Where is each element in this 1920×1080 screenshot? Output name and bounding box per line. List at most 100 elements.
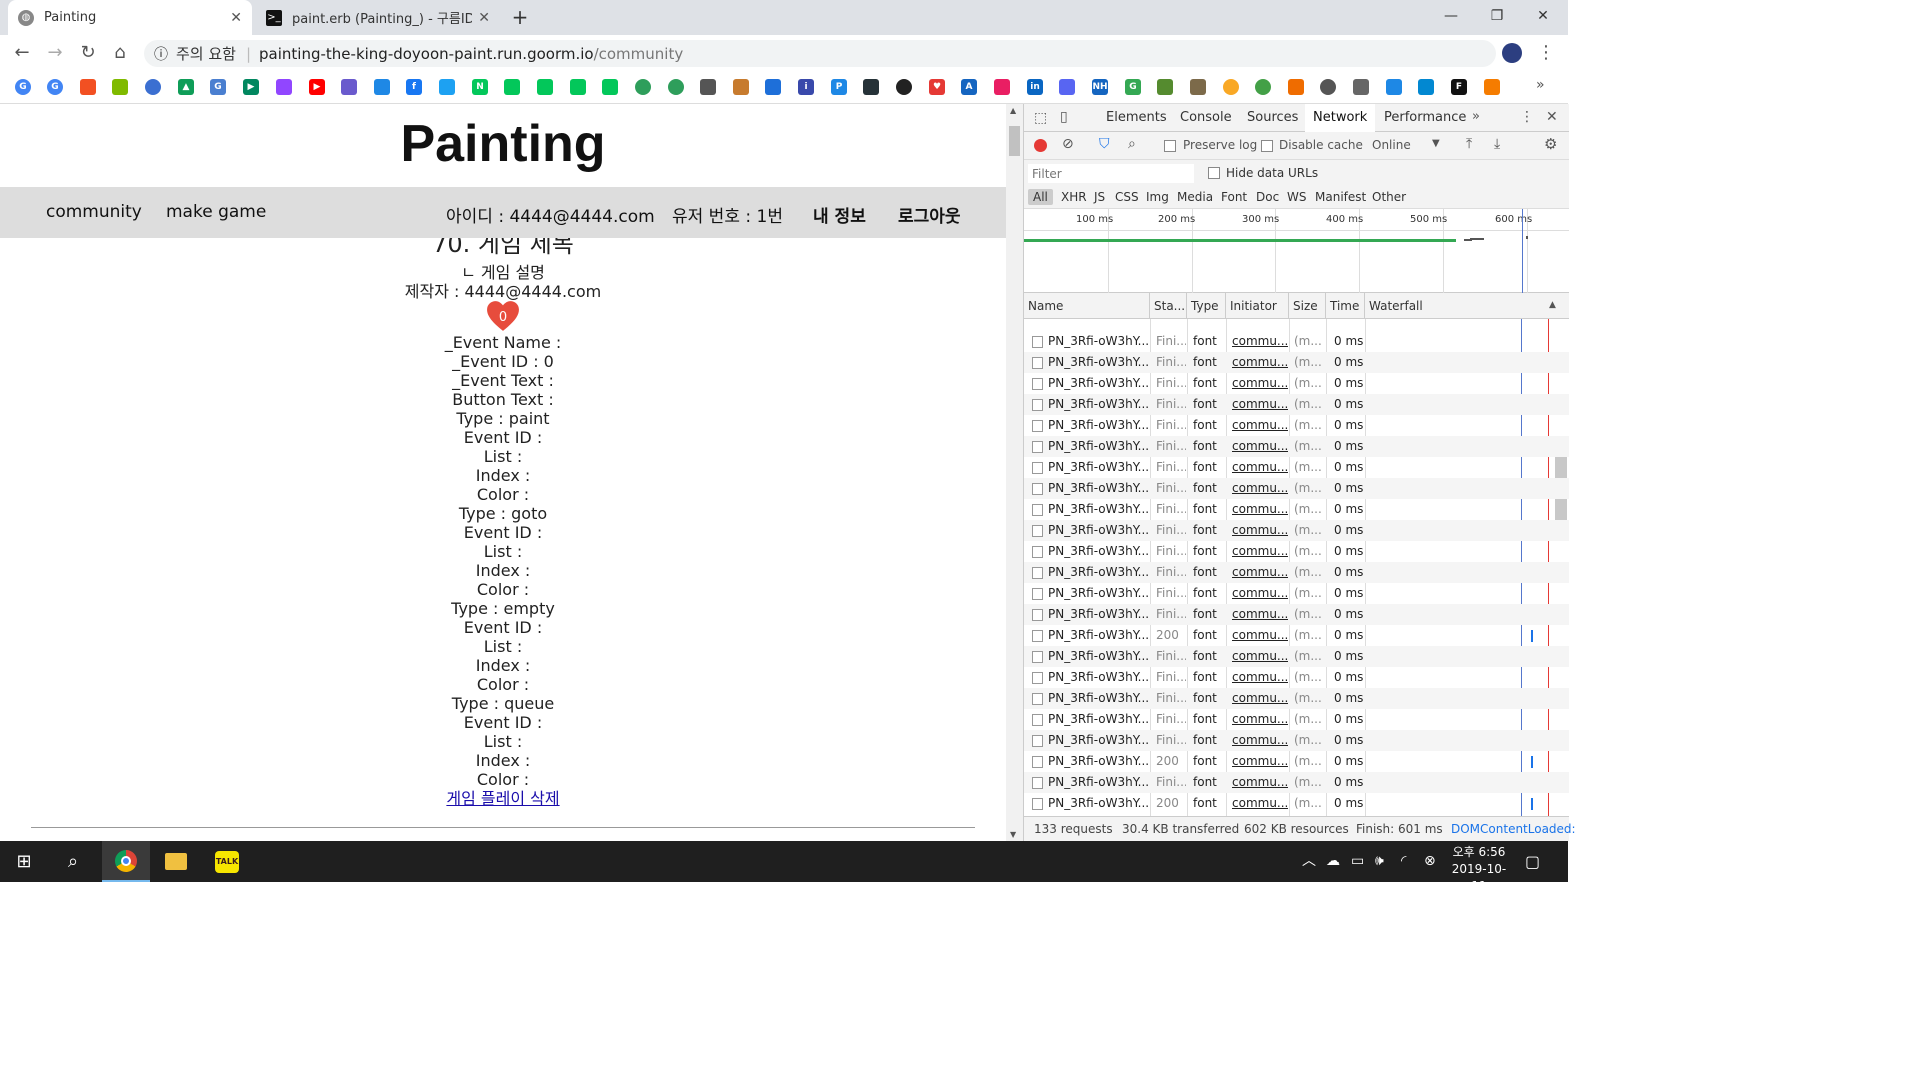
close-icon[interactable]: ✕ — [1546, 109, 1558, 125]
heart-icon[interactable]: ♥ — [929, 79, 945, 95]
youtube-icon[interactable]: ▶ — [309, 79, 325, 95]
request-row[interactable]: PN_3Rfi-oW3hY... Fini... font commu... (m...… — [1024, 352, 1569, 373]
disable-cache-checkbox[interactable] — [1261, 140, 1273, 152]
facebook-icon[interactable]: f — [406, 79, 422, 95]
type-other[interactable]: Other — [1372, 190, 1406, 204]
bookmark-icon[interactable]: A — [961, 79, 977, 95]
bookmark-icon[interactable] — [896, 79, 912, 95]
gear-icon[interactable]: ⚙ — [1544, 135, 1557, 153]
bookmark-icon[interactable] — [570, 79, 586, 95]
search-icon[interactable]: ⌕ — [1128, 136, 1136, 152]
type-doc[interactable]: Doc — [1256, 190, 1279, 204]
request-row[interactable]: PN_3Rfi-oW3hY... Fini... font commu... (m...… — [1024, 604, 1569, 625]
preserve-log-checkbox[interactable] — [1164, 140, 1176, 152]
close-window-button[interactable]: ✕ — [1520, 0, 1566, 32]
nav-my-info[interactable]: 내 정보 — [813, 202, 866, 227]
type-xhr[interactable]: XHR — [1061, 190, 1087, 204]
request-initiator[interactable]: commu... — [1232, 709, 1288, 730]
throttling-select[interactable]: Online — [1372, 138, 1411, 152]
request-row[interactable]: PN_3Rfi-oW3hY... Fini... font commu... (m...… — [1024, 457, 1569, 478]
info-icon[interactable]: ⓘ — [154, 44, 168, 64]
hide-data-urls-checkbox[interactable] — [1208, 167, 1220, 179]
close-icon[interactable]: ✕ — [478, 10, 490, 26]
bookmark-icon[interactable] — [765, 79, 781, 95]
type-all[interactable]: All — [1028, 189, 1053, 205]
request-initiator[interactable]: commu... — [1232, 772, 1288, 793]
chart-icon[interactable] — [1386, 79, 1402, 95]
request-initiator[interactable]: commu... — [1232, 583, 1288, 604]
request-initiator[interactable]: commu... — [1232, 667, 1288, 688]
more-tabs-icon[interactable]: » — [1472, 109, 1480, 124]
request-initiator[interactable]: commu... — [1232, 604, 1288, 625]
drive-icon[interactable]: ▲ — [178, 79, 194, 95]
avatar[interactable] — [1502, 43, 1522, 63]
request-initiator[interactable]: commu... — [1232, 436, 1288, 457]
tab-elements[interactable]: Elements — [1098, 104, 1175, 132]
request-initiator[interactable]: commu... — [1232, 646, 1288, 667]
cloud-icon[interactable]: ☁ — [1326, 841, 1340, 882]
discord-icon[interactable] — [1059, 79, 1075, 95]
request-row[interactable]: PN_3Rfi-oW3hY... Fini... font commu... (m...… — [1024, 583, 1569, 604]
bookmark-icon[interactable] — [1190, 79, 1206, 95]
type-manifest[interactable]: Manifest — [1315, 190, 1366, 204]
chevron-down-icon[interactable]: ▼ — [1432, 138, 1440, 149]
request-row[interactable]: PN_3Rfi-oW3hY... Fini... font commu... (m...… — [1024, 499, 1569, 520]
bookmark-icon[interactable] — [1320, 79, 1336, 95]
bookmark-icon[interactable] — [537, 79, 553, 95]
restore-button[interactable]: ❐ — [1474, 0, 1520, 32]
request-initiator[interactable]: commu... — [1232, 352, 1288, 373]
request-row[interactable]: PN_3Rfi-oW3hY... 200 font commu... (m... 0 ms — [1024, 793, 1569, 814]
request-row[interactable]: PN_3Rfi-oW3hY... Fini... font commu... (m...… — [1024, 415, 1569, 436]
column-time[interactable]: Time — [1326, 293, 1365, 319]
menu-icon[interactable]: ⋮ — [1534, 42, 1558, 64]
tab-painting[interactable]: ◍ Painting ✕ — [8, 0, 252, 35]
request-row[interactable]: PN_3Rfi-oW3hY... Fini... font commu... (m...… — [1024, 520, 1569, 541]
request-row[interactable]: PN_3Rfi-oW3hY... 200 font commu... (m... 0 ms — [1024, 751, 1569, 772]
screen-icon[interactable] — [374, 79, 390, 95]
bookmark-icon[interactable] — [1418, 79, 1434, 95]
clock[interactable]: 오후 6:56 2019-10-11 — [1448, 844, 1510, 895]
column-size[interactable]: Size — [1289, 293, 1326, 319]
minimize-button[interactable]: — — [1428, 0, 1474, 32]
request-initiator[interactable]: commu... — [1232, 730, 1288, 751]
tab-performance[interactable]: Performance — [1376, 104, 1474, 132]
type-js[interactable]: JS — [1094, 190, 1105, 204]
request-row[interactable]: PN_3Rfi-oW3hY... Fini... font commu... (m...… — [1024, 394, 1569, 415]
scroll-up-icon[interactable]: ▲ — [1010, 106, 1016, 115]
kebab-menu-icon[interactable]: ⋮ — [1520, 109, 1534, 125]
request-initiator[interactable]: commu... — [1232, 373, 1288, 394]
request-initiator[interactable]: commu... — [1232, 541, 1288, 562]
bookmark-icon[interactable] — [863, 79, 879, 95]
request-row[interactable]: PN_3Rfi-oW3hY... Fini... font commu... (m...… — [1024, 541, 1569, 562]
record-icon[interactable] — [1034, 139, 1047, 152]
request-initiator[interactable]: commu... — [1232, 520, 1288, 541]
bookmark-icon[interactable] — [668, 79, 684, 95]
sort-up-icon[interactable]: ▲ — [1549, 300, 1556, 310]
back-button[interactable]: ← — [10, 42, 34, 64]
column-waterfall[interactable]: Waterfall — [1365, 293, 1569, 319]
bookmark-icon[interactable] — [1288, 79, 1304, 95]
device-toolbar-icon[interactable]: ▯ — [1060, 109, 1068, 125]
bookmark-icon[interactable] — [733, 79, 749, 95]
nav-make-game[interactable]: make game — [166, 202, 266, 222]
car-icon[interactable] — [700, 79, 716, 95]
column-type[interactable]: Type — [1187, 293, 1226, 319]
request-initiator[interactable]: commu... — [1232, 331, 1288, 352]
type-css[interactable]: CSS — [1115, 190, 1139, 204]
nav-community[interactable]: community — [46, 202, 142, 222]
type-img[interactable]: Img — [1146, 190, 1169, 204]
request-initiator[interactable]: commu... — [1232, 499, 1288, 520]
request-row[interactable]: PN_3Rfi-oW3hY... Fini... font commu... (m...… — [1024, 436, 1569, 457]
tab-goorm-ide[interactable]: >_ paint.erb (Painting_) - 구름IDE ✕ — [256, 0, 500, 35]
request-row[interactable]: PN_3Rfi-oW3hY... Fini... font commu... (m...… — [1024, 331, 1569, 352]
home-button[interactable]: ⌂ — [108, 42, 132, 64]
request-initiator[interactable]: commu... — [1232, 478, 1288, 499]
naver-icon[interactable]: N — [472, 79, 488, 95]
column-name[interactable]: Name — [1024, 293, 1150, 319]
request-initiator[interactable]: commu... — [1232, 625, 1288, 646]
bookmark-icon[interactable] — [1484, 79, 1500, 95]
request-row[interactable]: PN_3Rfi-oW3hY... Fini... font commu... (m...… — [1024, 772, 1569, 793]
address-bar[interactable]: ⓘ 주의 요함 | painting-the-king-doyoon-paint… — [144, 40, 1496, 67]
request-initiator[interactable]: commu... — [1232, 457, 1288, 478]
request-row[interactable]: PN_3Rfi-oW3hY... Fini... font commu... (m...… — [1024, 667, 1569, 688]
